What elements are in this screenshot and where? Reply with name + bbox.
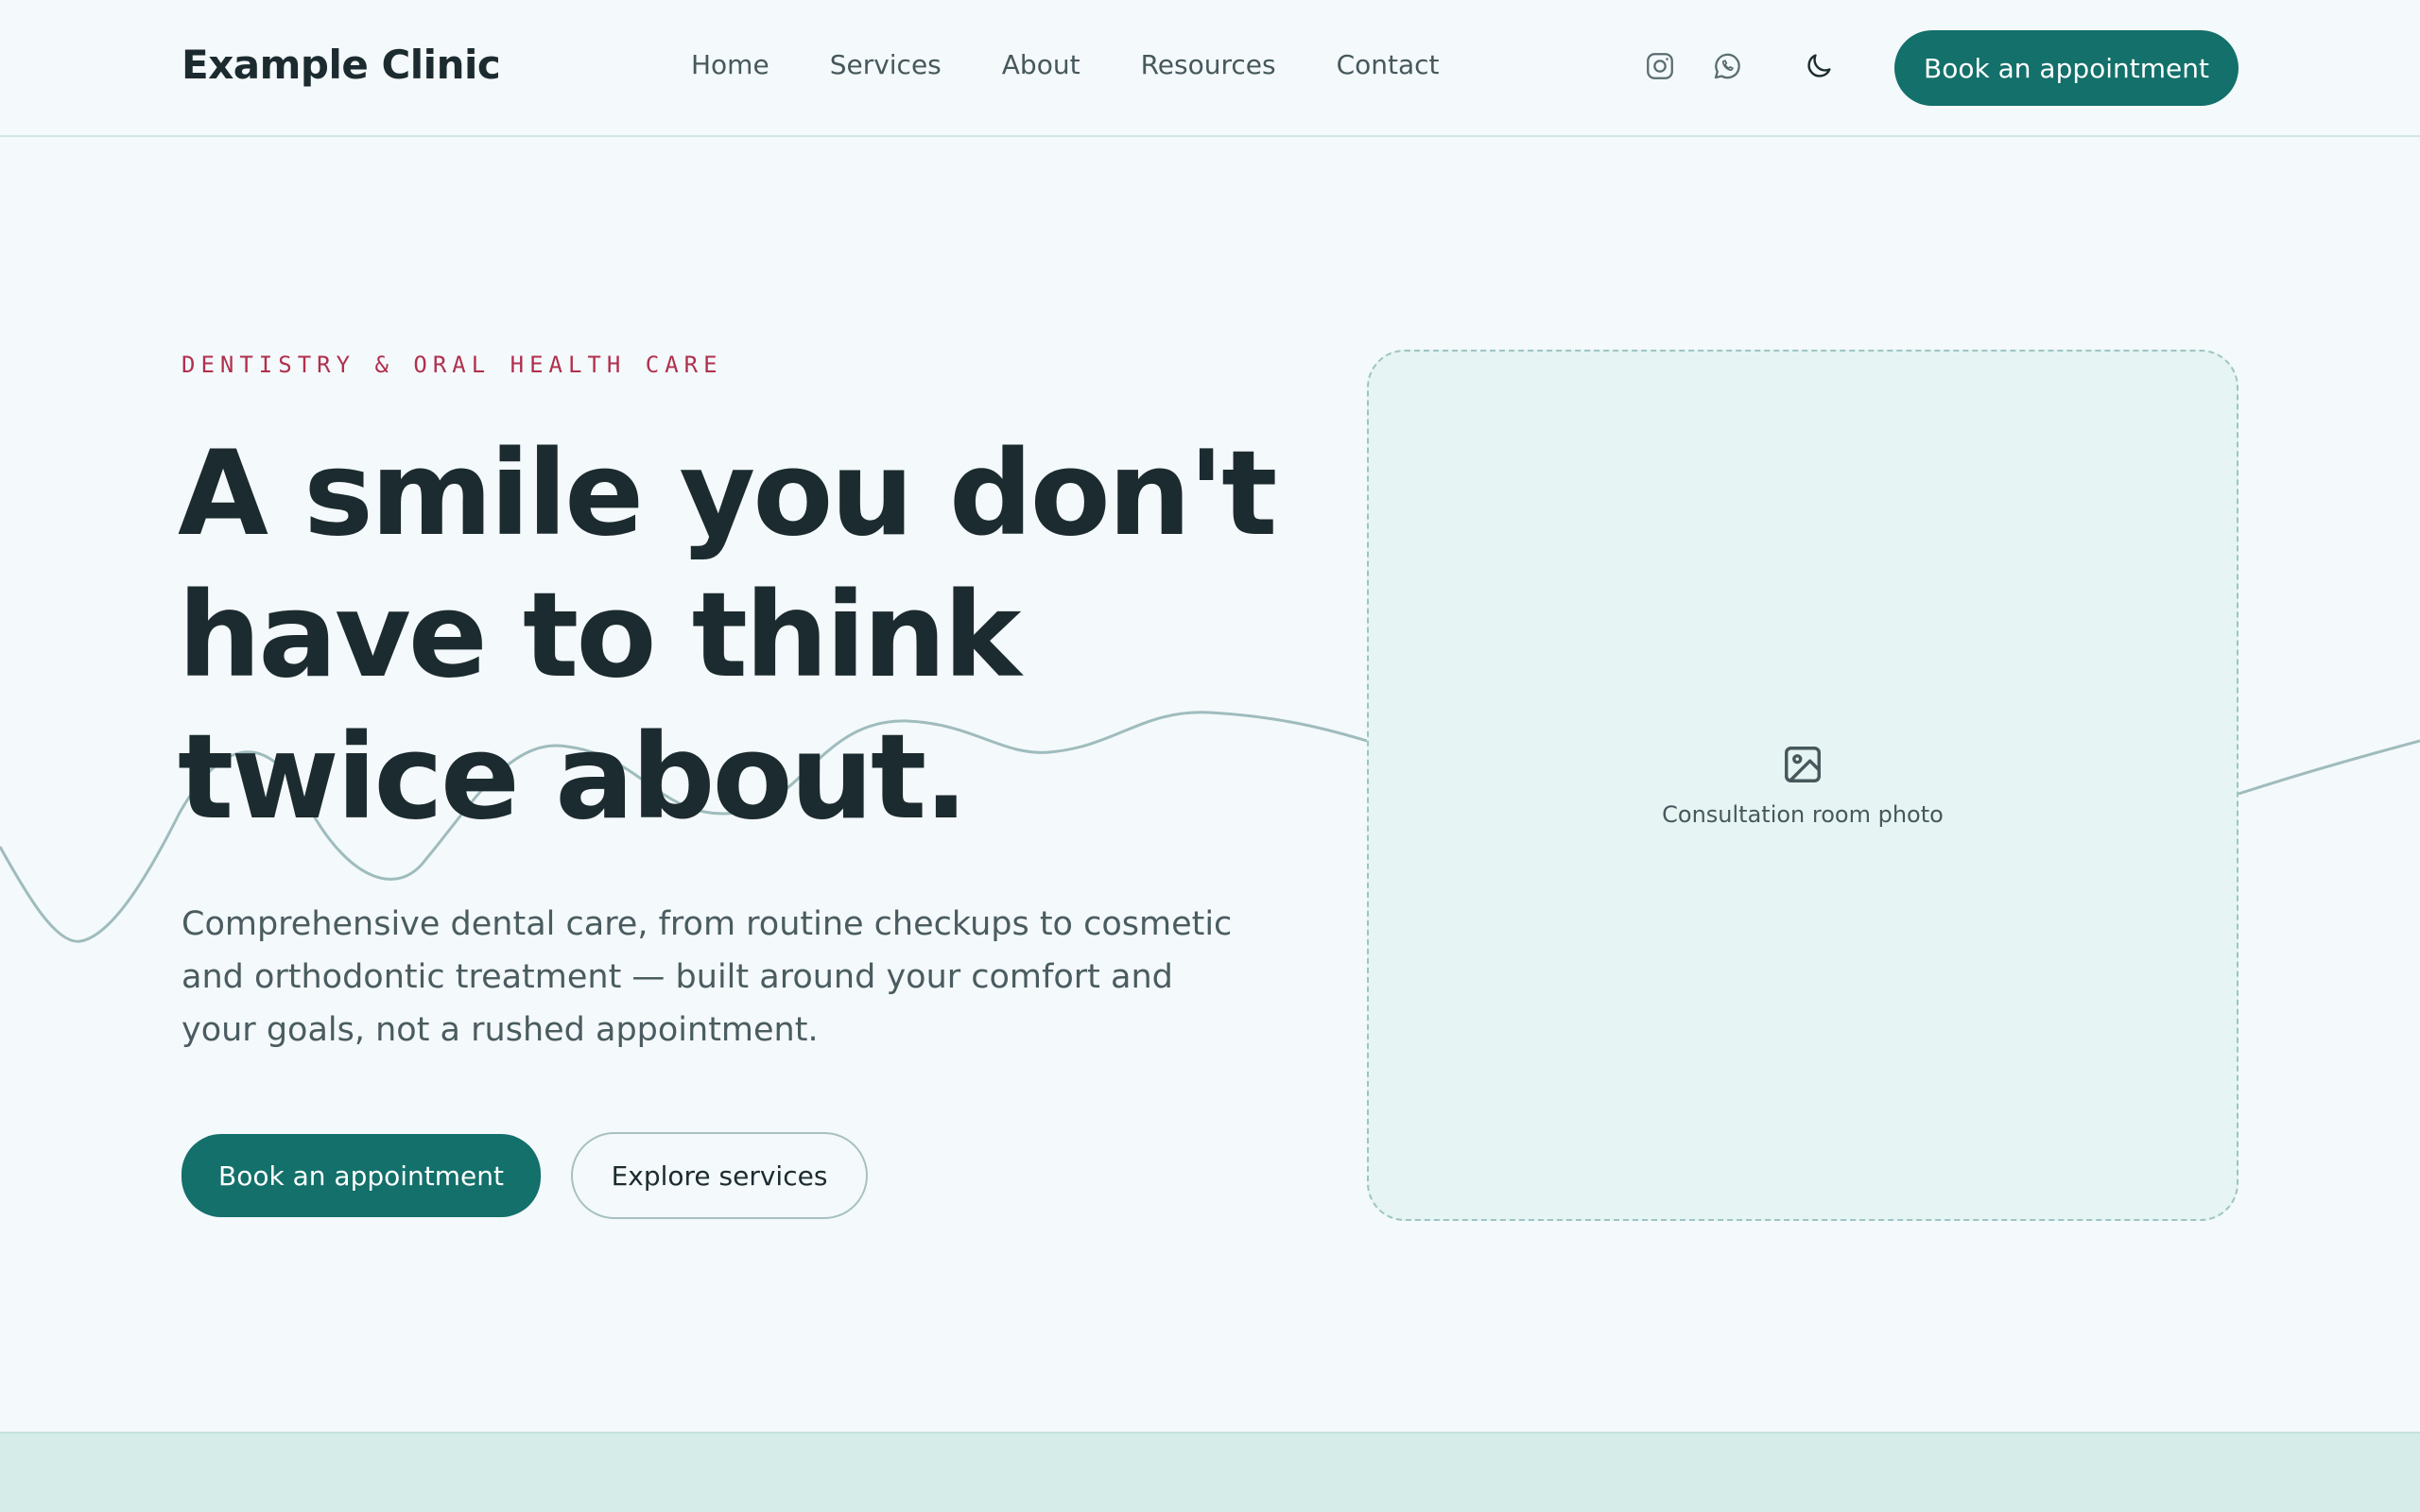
image-icon [1785,747,1821,782]
book-appointment-header-button[interactable]: Book an appointment [1894,30,2238,106]
brand-logo[interactable]: Example Clinic [182,42,501,88]
nav-resources[interactable]: Resources [1141,49,1276,80]
hero-eyebrow: DENTISTRY & ORAL HEALTH CARE [182,352,723,378]
book-appointment-button[interactable]: Book an appointment [182,1134,541,1217]
nav-home[interactable]: Home [691,49,769,80]
consultation-photo-placeholder: Consultation room photo [1367,350,2238,1221]
nav-services[interactable]: Services [830,49,942,80]
photo-placeholder-content: Consultation room photo [1369,743,2237,828]
headline-line-2: have to think [178,568,1022,704]
hero-headline: A smile you don't have to think twice ab… [178,423,1312,849]
explore-services-button[interactable]: Explore services [571,1132,868,1219]
whatsapp-icon[interactable] [1710,49,1744,83]
photo-label: Consultation room photo [1662,801,1944,828]
nav-contact[interactable]: Contact [1337,49,1440,80]
page: Example Clinic Home Services About Resou… [0,0,2420,1512]
hero-description: Comprehensive dental care, from routine … [182,905,1233,1049]
instagram-icon[interactable] [1643,49,1677,83]
headline-line-3: twice about. [178,710,968,846]
main-nav: Home Services About Resources Contact [691,49,1500,80]
next-section-band [0,1432,2420,1512]
nav-about[interactable]: About [1002,49,1080,80]
headline-line-1: A smile you don't [178,426,1277,562]
moon-icon[interactable] [1802,49,1836,83]
site-header: Example Clinic Home Services About Resou… [0,0,2420,137]
